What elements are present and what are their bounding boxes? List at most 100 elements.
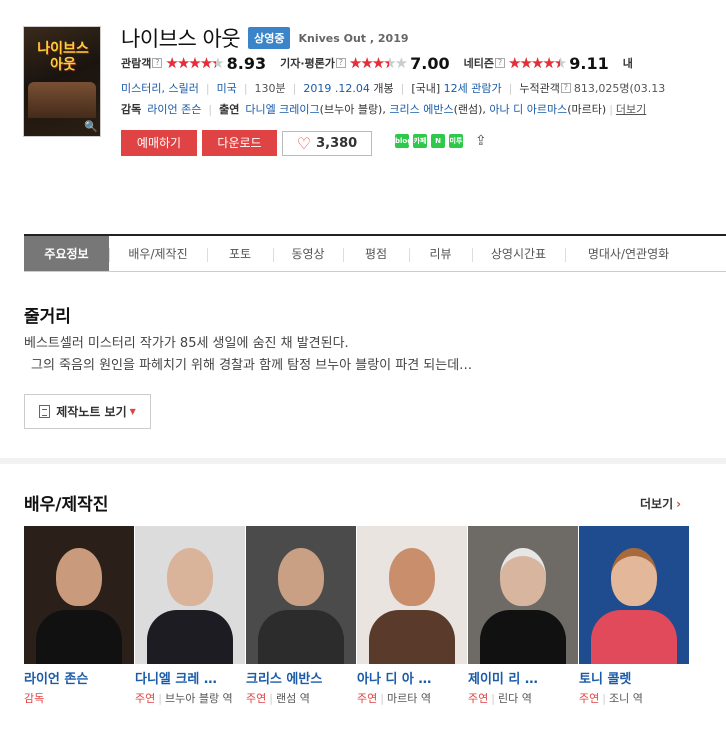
character-name: 랜섬 역 bbox=[275, 692, 310, 705]
character-name: 마르타 역 bbox=[386, 692, 431, 705]
tab-rating[interactable]: 평점 bbox=[343, 236, 409, 271]
cast-card[interactable]: 아나 디 아 … 주연 | 마르타 역 bbox=[357, 526, 467, 707]
person-role: 주연 | 랜섬 역 bbox=[246, 692, 310, 705]
production-note-label: 제작노트 보기 bbox=[56, 405, 127, 419]
poster-figures bbox=[28, 82, 96, 118]
netizen-rating-label: 네티즌 bbox=[463, 57, 494, 70]
synopsis-heading: 줄거리 bbox=[24, 307, 71, 327]
caret-down-icon: ▼ bbox=[129, 407, 136, 416]
country-link[interactable]: 미국 bbox=[217, 80, 237, 96]
person-photo[interactable] bbox=[468, 526, 578, 664]
person-role: 주연 | 브누아 블랑 역 bbox=[135, 692, 233, 705]
share-icon[interactable]: ⇪ bbox=[475, 133, 487, 149]
like-button[interactable]: ♡ 3,380 bbox=[282, 131, 372, 156]
critic-score: 7.00 bbox=[410, 53, 450, 73]
synopsis-line-1: 베스트셀러 미스터리 작가가 85세 생일에 숨진 채 발견된다. bbox=[24, 336, 349, 351]
document-icon bbox=[39, 405, 51, 418]
heart-icon: ♡ bbox=[296, 134, 312, 153]
person-name[interactable]: 제이미 리 … bbox=[468, 668, 578, 687]
person-name[interactable]: 라이언 존슨 bbox=[24, 668, 134, 687]
person-name[interactable]: 아나 디 아 … bbox=[357, 668, 467, 687]
tab-photo[interactable]: 포토 bbox=[207, 236, 273, 271]
person-role: 주연 | 조니 역 bbox=[579, 692, 643, 705]
critic-stars: ★★★★★★★★★★ bbox=[348, 54, 408, 72]
person-photo[interactable] bbox=[579, 526, 689, 664]
poster-title: 나이브스 아웃 bbox=[37, 41, 89, 73]
person-photo[interactable] bbox=[135, 526, 245, 664]
cast-card[interactable]: 제이미 리 … 주연 | 린다 역 bbox=[468, 526, 578, 707]
help-icon[interactable]: ? bbox=[152, 58, 163, 68]
section-divider bbox=[0, 458, 726, 464]
my-rating-label: 내 bbox=[622, 57, 633, 70]
person-name[interactable]: 다니엘 크레 … bbox=[135, 668, 245, 687]
crew-more-link[interactable]: 더보기 bbox=[616, 101, 646, 117]
age-rating-link[interactable]: 12세 관람가 bbox=[444, 80, 502, 96]
person-photo[interactable] bbox=[246, 526, 356, 664]
movie-poster[interactable]: 나이브스 아웃 🔍 bbox=[23, 26, 101, 137]
reserve-button[interactable]: 예매하기 bbox=[121, 130, 197, 156]
genre-link[interactable]: 미스터리, 스릴러 bbox=[121, 80, 199, 96]
cast-more-link[interactable]: 더보기 › bbox=[640, 495, 681, 512]
synopsis-line-2: 그의 죽음의 원인을 파헤치기 위해 경찰과 함께 탐정 브누아 블랑이 파견 … bbox=[31, 358, 473, 373]
blog-share-icon[interactable]: blog bbox=[395, 134, 412, 148]
role-label: 주연 bbox=[579, 692, 600, 705]
like-count: 3,380 bbox=[316, 136, 358, 151]
production-note-button[interactable]: 제작노트 보기 ▼ bbox=[24, 394, 151, 429]
cast-card[interactable]: 라이언 존슨 감독 bbox=[24, 526, 134, 707]
role-label: 주연 bbox=[357, 692, 378, 705]
audience-rating-label: 관람객 bbox=[121, 57, 152, 70]
chevron-right-icon: › bbox=[676, 497, 682, 511]
audience-stars: ★★★★★★★★★★ bbox=[165, 54, 224, 72]
audience-score: 8.93 bbox=[226, 53, 267, 73]
share-icons: blog 카페 N 미투 ⇪ bbox=[395, 133, 487, 149]
cast-link-2[interactable]: 크리스 에반스 bbox=[389, 101, 453, 117]
role-label: 감독 bbox=[24, 692, 45, 705]
zoom-icon[interactable]: 🔍 bbox=[84, 121, 98, 133]
cast-card[interactable]: 크리스 에반스 주연 | 랜섬 역 bbox=[246, 526, 356, 707]
cast-link-3[interactable]: 아나 디 아르마스 bbox=[489, 101, 567, 117]
audience-date: (03.13 bbox=[629, 81, 666, 95]
rating-prefix: [국내] bbox=[411, 82, 441, 95]
cast-role-2: (랜섬) bbox=[453, 103, 483, 116]
cast-card[interactable]: 다니엘 크레 … 주연 | 브누아 블랑 역 bbox=[135, 526, 245, 707]
person-name[interactable]: 토니 콜렛 bbox=[579, 668, 689, 687]
cast-card[interactable]: 토니 콜렛 주연 | 조니 역 bbox=[579, 526, 689, 707]
help-icon[interactable]: ? bbox=[560, 83, 571, 93]
character-name: 린다 역 bbox=[497, 692, 532, 705]
director-link[interactable]: 라이언 존슨 bbox=[147, 101, 201, 117]
help-icon[interactable]: ? bbox=[495, 58, 505, 68]
character-name: 조니 역 bbox=[608, 692, 643, 705]
help-icon[interactable]: ? bbox=[335, 58, 346, 68]
cafe-share-icon[interactable]: 카페 bbox=[413, 134, 427, 148]
person-name[interactable]: 크리스 에반스 bbox=[246, 668, 356, 687]
person-role: 주연 | 린다 역 bbox=[468, 692, 532, 705]
cast-role-1: (브누아 블랑) bbox=[319, 103, 383, 116]
status-badge: 상영중 bbox=[248, 27, 291, 49]
title-row: 나이브스 아웃 상영중 Knives Out , 2019 bbox=[121, 25, 409, 51]
tab-video[interactable]: 동영상 bbox=[273, 236, 343, 271]
tab-showtimes[interactable]: 상영시간표 bbox=[472, 236, 565, 271]
movie-title[interactable]: 나이브스 아웃 bbox=[121, 23, 241, 53]
person-role: 감독 bbox=[24, 690, 134, 707]
cast-section-heading: 배우/제작진 bbox=[24, 495, 109, 515]
cast-more-label: 더보기 bbox=[640, 497, 674, 511]
release-date-link[interactable]: 2019 .12.04 bbox=[303, 82, 369, 95]
person-role: 주연 | 마르타 역 bbox=[357, 692, 431, 705]
tab-review[interactable]: 리뷰 bbox=[409, 236, 472, 271]
me2day-share-icon[interactable]: 미투 bbox=[449, 134, 463, 148]
audience-label: 누적관객 bbox=[519, 82, 560, 95]
tab-cast-crew[interactable]: 배우/제작진 bbox=[109, 236, 207, 271]
person-photo[interactable] bbox=[357, 526, 467, 664]
tab-quotes-related[interactable]: 명대사/연관영화 bbox=[565, 236, 692, 271]
person-photo[interactable] bbox=[24, 526, 134, 664]
tab-main-info[interactable]: 주요정보 bbox=[24, 236, 109, 271]
download-button[interactable]: 다운로드 bbox=[202, 130, 277, 156]
cast-label: 출연 bbox=[219, 103, 240, 116]
tab-bar: 주요정보 배우/제작진 포토 동영상 평점 리뷰 상영시간표 명대사/연관영화 bbox=[24, 234, 726, 272]
cast-link-1[interactable]: 다니엘 크레이그 bbox=[245, 101, 319, 117]
band-share-icon[interactable]: N bbox=[431, 134, 445, 148]
runtime: 130분 bbox=[254, 82, 286, 95]
release-label: 개봉 bbox=[373, 82, 394, 95]
character-name: 브누아 블랑 역 bbox=[164, 692, 233, 705]
role-label: 주연 bbox=[135, 692, 156, 705]
